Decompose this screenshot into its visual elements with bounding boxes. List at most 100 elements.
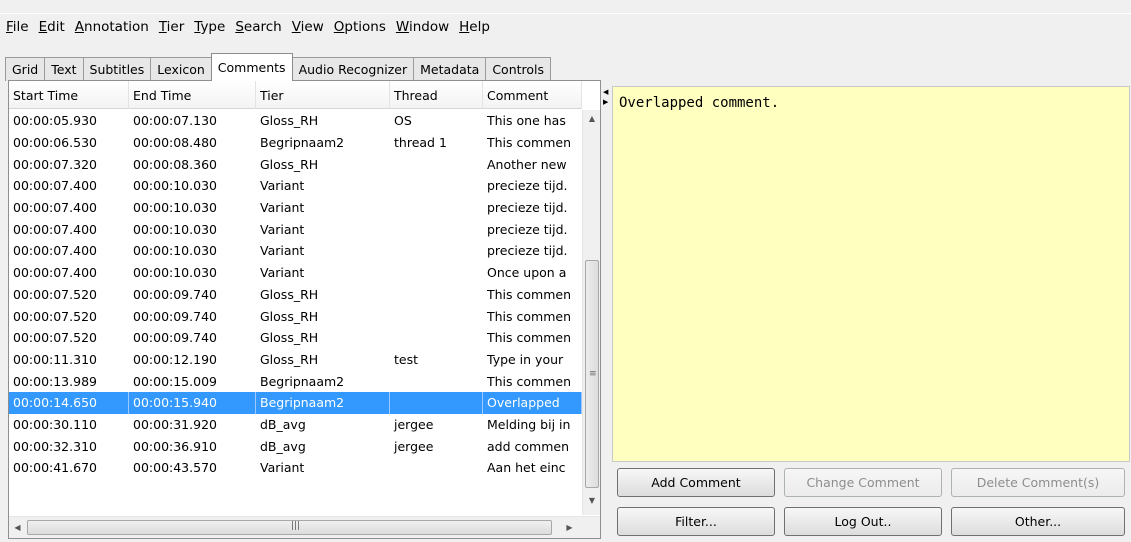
table-row[interactable]: 00:00:07.400 00:00:10.030 Variant precieze … [9, 197, 582, 219]
column-header-tier[interactable]: Tier [256, 81, 390, 109]
scroll-left-arrow-icon[interactable]: ◀ [9, 517, 26, 538]
table-row[interactable]: 00:00:07.400 00:00:10.030 Variant precieze … [9, 240, 582, 262]
menu-item-tier[interactable]: Tier [159, 19, 184, 35]
menu-item-annotation[interactable]: Annotation [75, 19, 149, 35]
menu-item-file[interactable]: File [6, 19, 29, 35]
table-row[interactable]: 00:00:05.930 00:00:07.130 Gloss_RH OS This o… [9, 110, 582, 132]
add-comment-button[interactable]: Add Comment [617, 468, 775, 497]
end-time-cell: 00:00:09.740 [133, 286, 217, 302]
tier-cell: Gloss_RH [260, 286, 319, 302]
horizontal-scroll-thumb[interactable]: ||| [27, 520, 552, 535]
menu-label: indow [408, 19, 450, 35]
menu-mnemonic: V [291, 19, 301, 35]
start-time-cell: 00:00:11.310 [13, 351, 97, 367]
menu-item-window[interactable]: Window [396, 19, 449, 35]
delete-comments-button[interactable]: Delete Comment(s) [951, 468, 1125, 497]
tab-lexicon[interactable]: Lexicon [150, 57, 212, 81]
thread-cell [390, 240, 483, 262]
start-time-cell: 00:00:07.400 [13, 178, 97, 194]
comment-cell: precieze tijd. [487, 200, 568, 216]
end-time-cell: 00:00:08.480 [133, 135, 217, 151]
end-time-cell: 00:00:31.920 [133, 416, 217, 432]
table-row[interactable]: 00:00:41.670 00:00:43.570 Variant Aan het e… [9, 457, 582, 479]
comment-cell: precieze tijd. [487, 221, 568, 237]
table-row[interactable]: 00:00:07.520 00:00:09.740 Gloss_RH This com… [9, 305, 582, 327]
tab-grid[interactable]: Grid [5, 57, 46, 81]
table-row[interactable]: 00:00:13.989 00:00:15.009 Begripnaam2 This … [9, 370, 582, 392]
table-row[interactable]: 00:00:07.400 00:00:10.030 Variant Once upon… [9, 262, 582, 284]
vertical-scrollbar[interactable]: ▲ ≡ ▼ [582, 110, 600, 515]
collapse-right-arrow-icon[interactable]: ▶ [603, 98, 608, 106]
start-time-cell: 00:00:07.520 [13, 286, 97, 302]
table-header: Start Time End Time Tier Thread Comment [9, 81, 582, 109]
horizontal-scrollbar[interactable]: ◀ ||| ▶ [9, 516, 600, 538]
table-row[interactable]: 00:00:14.650 00:00:15.940 Begripnaam2 Overl… [9, 391, 582, 414]
start-time-cell: 00:00:14.650 [9, 391, 129, 414]
end-time-cell: 00:00:15.940 [129, 391, 256, 414]
log-out-button[interactable]: Log Out.. [784, 507, 942, 536]
menu-label: ype [200, 19, 226, 35]
tier-cell: Variant [260, 200, 305, 216]
menu-mnemonic: E [38, 19, 48, 35]
table-row[interactable]: 00:00:07.320 00:00:08.360 Gloss_RH Another … [9, 153, 582, 175]
thread-cell [390, 262, 483, 284]
thread-cell [390, 327, 483, 349]
tab-text[interactable]: Text [44, 57, 84, 81]
menu-item-type[interactable]: Type [194, 19, 225, 35]
thread-cell [390, 284, 483, 306]
end-time-cell: 00:00:09.740 [133, 330, 217, 346]
menu-mnemonic: W [395, 19, 409, 35]
collapse-left-arrow-icon[interactable]: ◀ [603, 88, 608, 96]
menu-mnemonic: H [459, 19, 470, 35]
menu-item-help[interactable]: Help [459, 19, 490, 35]
start-time-cell: 00:00:07.400 [13, 265, 97, 281]
table-row[interactable]: 00:00:07.400 00:00:10.030 Variant precieze … [9, 175, 582, 197]
comment-cell: Aan het einc [487, 460, 566, 476]
other-button[interactable]: Other... [951, 507, 1125, 536]
menu-item-edit[interactable]: Edit [39, 19, 65, 35]
scroll-right-arrow-icon[interactable]: ▶ [561, 517, 578, 538]
thread-cell [390, 457, 483, 479]
table-row[interactable]: 00:00:07.520 00:00:09.740 Gloss_RH This com… [9, 327, 582, 349]
scroll-down-arrow-icon[interactable]: ▼ [583, 492, 600, 509]
thread-cell [390, 370, 483, 392]
tab-metadata[interactable]: Metadata [413, 57, 487, 81]
menu-item-options[interactable]: Options [334, 19, 386, 35]
thread-cell: jergee [394, 416, 434, 432]
comment-cell: precieze tijd. [487, 243, 568, 259]
menu-item-view[interactable]: View [292, 19, 324, 35]
start-time-cell: 00:00:32.310 [13, 438, 97, 454]
menu-mnemonic: A [74, 19, 85, 35]
scroll-up-arrow-icon[interactable]: ▲ [583, 110, 600, 127]
table-row[interactable]: 00:00:07.400 00:00:10.030 Variant precieze … [9, 218, 582, 240]
column-header-comment[interactable]: Comment [483, 81, 582, 109]
table-row[interactable]: 00:00:30.110 00:00:31.920 dB_avg jergee Meld… [9, 414, 582, 436]
table-row[interactable]: 00:00:11.310 00:00:12.190 Gloss_RH test Type… [9, 349, 582, 371]
column-header-end-time[interactable]: End Time [129, 81, 256, 109]
tab-audio-recognizer[interactable]: Audio Recognizer [291, 57, 415, 81]
column-header-start-time[interactable]: Start Time [9, 81, 129, 109]
table-row[interactable]: 00:00:07.520 00:00:09.740 Gloss_RH This com… [9, 284, 582, 306]
thread-cell: test [394, 351, 419, 367]
tab-controls[interactable]: Controls [485, 57, 552, 81]
menu-label: earch [243, 19, 282, 35]
tier-cell: Variant [260, 178, 305, 194]
menu-item-search[interactable]: Search [235, 19, 281, 35]
comment-cell: precieze tijd. [487, 178, 568, 194]
start-time-cell: 00:00:07.520 [13, 308, 97, 324]
comment-text-area[interactable]: Overlapped comment. [612, 86, 1130, 462]
tier-cell: Gloss_RH [260, 330, 319, 346]
panel-splitter[interactable]: ◀ ▶ [601, 80, 611, 539]
end-time-cell: 00:00:08.360 [133, 156, 217, 172]
vertical-scroll-thumb[interactable]: ≡ [585, 260, 599, 488]
tier-cell: Gloss_RH [260, 156, 319, 172]
change-comment-button[interactable]: Change Comment [784, 468, 942, 497]
tab-subtitles[interactable]: Subtitles [82, 57, 152, 81]
column-header-thread[interactable]: Thread [390, 81, 483, 109]
start-time-cell: 00:00:30.110 [13, 416, 97, 432]
filter-button[interactable]: Filter... [617, 507, 775, 536]
table-row[interactable]: 00:00:06.530 00:00:08.480 Begripnaam2 threa… [9, 132, 582, 154]
tab-comments[interactable]: Comments [210, 53, 293, 81]
tier-cell: Begripnaam2 [256, 391, 390, 414]
table-row[interactable]: 00:00:32.310 00:00:36.910 dB_avg jergee add … [9, 435, 582, 457]
